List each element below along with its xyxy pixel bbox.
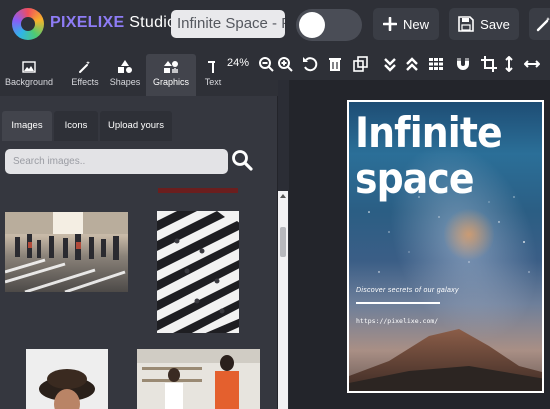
new-button-label: New bbox=[402, 16, 429, 32]
floppy-disk-icon bbox=[458, 16, 474, 32]
zoom-in-icon[interactable] bbox=[277, 56, 293, 72]
portrait-photo bbox=[39, 369, 95, 409]
shapes-icon bbox=[118, 60, 132, 73]
toggle-knob bbox=[299, 12, 325, 38]
grid-icon[interactable] bbox=[428, 56, 444, 72]
poster-divider[interactable] bbox=[356, 302, 440, 304]
editor-toolbar: 24% bbox=[215, 48, 550, 80]
tab-shapes-label: Shapes bbox=[109, 77, 141, 87]
image-result-crowd-crossing[interactable] bbox=[5, 212, 128, 292]
magic-wand-icon bbox=[536, 17, 550, 32]
tab-effects-label: Effects bbox=[71, 77, 99, 87]
duplicate-icon[interactable] bbox=[353, 56, 369, 72]
poster-title-line2: space bbox=[355, 154, 475, 203]
mountain-image bbox=[349, 329, 542, 391]
tab-background-label: Background bbox=[4, 77, 54, 87]
search-icon bbox=[232, 150, 253, 171]
mode-toggle[interactable] bbox=[296, 9, 362, 41]
plus-icon bbox=[382, 17, 397, 31]
image-results bbox=[0, 188, 276, 409]
brand-name-primary: PIXELIXE bbox=[50, 14, 125, 31]
tab-graphics[interactable]: Graphics bbox=[146, 54, 196, 96]
tab-shapes[interactable]: Shapes bbox=[98, 54, 152, 96]
panel-scrollbar[interactable] bbox=[278, 191, 288, 409]
undo-icon[interactable] bbox=[302, 56, 318, 72]
document-title-input[interactable]: Infinite Space - P bbox=[171, 10, 285, 38]
save-button[interactable]: Save bbox=[449, 8, 519, 40]
trash-icon[interactable] bbox=[327, 56, 343, 72]
poster-title-line1: Infinite bbox=[355, 108, 503, 157]
flip-vertical-icon[interactable] bbox=[501, 56, 517, 72]
graphics-icon bbox=[164, 61, 178, 73]
image-result-office-people[interactable] bbox=[137, 349, 260, 409]
brand-name: PIXELIXE Studio bbox=[50, 14, 176, 32]
new-button[interactable]: New bbox=[373, 8, 439, 40]
image-result-crosswalk-aerial[interactable] bbox=[157, 211, 239, 333]
crop-icon[interactable] bbox=[481, 56, 497, 72]
search-button[interactable] bbox=[231, 149, 255, 174]
top-bar: PIXELIXE Studio Infinite Space - P New S… bbox=[0, 0, 550, 48]
tab-graphics-label: Graphics bbox=[152, 77, 189, 87]
flip-horizontal-icon[interactable] bbox=[524, 56, 540, 72]
magic-button[interactable] bbox=[529, 8, 550, 40]
logo[interactable] bbox=[12, 8, 44, 40]
image-icon bbox=[22, 61, 36, 73]
magic-wand-icon bbox=[79, 61, 90, 73]
graphics-subtabs: Images Icons Upload yours bbox=[0, 108, 278, 141]
scroll-thumb[interactable] bbox=[280, 227, 286, 257]
office-people-photo bbox=[137, 349, 260, 409]
left-panel: Background Effects Shapes Graphics Text … bbox=[0, 48, 278, 409]
subtab-images[interactable]: Images bbox=[2, 111, 52, 141]
zoom-out-icon[interactable] bbox=[258, 56, 274, 72]
poster-subtitle[interactable]: Discover secrets of our galaxy bbox=[356, 287, 459, 294]
design-canvas-poster[interactable]: Infinite space Discover secrets of our g… bbox=[347, 100, 544, 393]
zoom-level: 24% bbox=[227, 57, 250, 69]
brand-name-suffix: Studio bbox=[129, 14, 177, 31]
magnet-icon[interactable] bbox=[455, 56, 471, 72]
subtab-upload[interactable]: Upload yours bbox=[100, 111, 172, 141]
poster-title[interactable]: Infinite space bbox=[355, 110, 522, 202]
search-input[interactable] bbox=[5, 149, 228, 174]
crosswalk-aerial-photo bbox=[157, 211, 239, 333]
image-result-portrait[interactable] bbox=[26, 349, 108, 409]
scroll-up-arrow[interactable] bbox=[280, 194, 286, 198]
bring-forward-icon[interactable] bbox=[404, 56, 420, 72]
image-result-partial[interactable] bbox=[158, 188, 238, 193]
crowd-crossing-photo bbox=[5, 212, 128, 292]
save-button-label: Save bbox=[480, 16, 510, 32]
tab-background[interactable]: Background bbox=[2, 54, 56, 96]
subtab-icons[interactable]: Icons bbox=[54, 111, 98, 141]
send-backward-icon[interactable] bbox=[382, 56, 398, 72]
